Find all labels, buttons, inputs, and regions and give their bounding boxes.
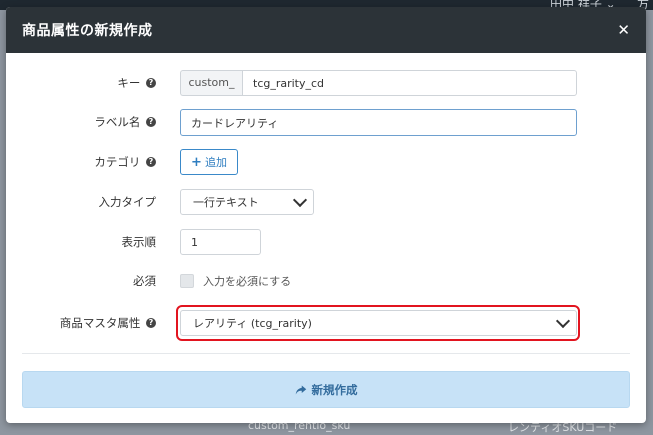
master-attribute-label-text: 商品マスタ属性 [59, 316, 141, 330]
master-attribute-label: 商品マスタ属性 ? [60, 308, 156, 338]
create-submit-button[interactable]: 新規作成 [22, 371, 630, 408]
category-label-text: カテゴリ [94, 155, 141, 169]
question-circle-icon[interactable]: ? [146, 77, 156, 88]
divider [22, 353, 630, 354]
required-checkbox[interactable] [180, 274, 194, 288]
question-circle-icon[interactable]: ? [146, 156, 156, 167]
required-row: 必須 入力を必須にする [6, 266, 646, 296]
create-submit-label: 新規作成 [311, 382, 358, 397]
required-checkbox-wrap[interactable]: 入力を必須にする [180, 268, 291, 294]
share-icon [295, 385, 306, 394]
required-checkbox-label: 入力を必須にする [203, 275, 292, 288]
highlight-box [176, 305, 580, 341]
display-order-input[interactable] [180, 229, 261, 255]
input-type-selected: 一行テキスト [193, 196, 259, 209]
add-category-button-label: 追加 [204, 156, 227, 169]
chevron-down-icon [292, 192, 308, 208]
key-label-text: キー [117, 76, 141, 90]
display-order-label: 表示順 [121, 235, 157, 249]
category-label: カテゴリ ? [94, 147, 156, 177]
modal-header: 商品属性の新規作成 ✕ [6, 7, 646, 53]
label-name-row: ラベル名 ? [6, 107, 646, 137]
input-type-row: 入力タイプ 一行テキスト [6, 187, 646, 217]
close-icon[interactable]: ✕ [617, 22, 630, 38]
key-label: キー ? [117, 68, 156, 98]
plus-icon: + [191, 154, 202, 170]
label-name-label: ラベル名 ? [94, 107, 156, 137]
question-circle-icon[interactable]: ? [146, 116, 156, 127]
display-order-row: 表示順 [6, 227, 646, 257]
key-input[interactable] [242, 70, 577, 96]
label-name-label-text: ラベル名 [94, 115, 141, 129]
add-category-button[interactable]: + 追加 [180, 149, 238, 175]
label-name-input[interactable] [180, 109, 577, 136]
question-circle-icon[interactable]: ? [146, 317, 156, 328]
required-label: 必須 [133, 274, 156, 288]
modal-title: 商品属性の新規作成 [22, 23, 153, 39]
input-type-label: 入力タイプ [98, 195, 157, 209]
key-prefix: custom_ [180, 70, 242, 96]
input-type-select[interactable]: 一行テキスト [180, 189, 314, 215]
create-attribute-modal: 商品属性の新規作成 ✕ キー ? custom_ ラベル名 ? カテゴリ ? [6, 7, 646, 423]
key-input-group: custom_ [180, 70, 577, 96]
key-row: キー ? custom_ [6, 68, 646, 98]
category-row: カテゴリ ? + 追加 [6, 147, 646, 177]
